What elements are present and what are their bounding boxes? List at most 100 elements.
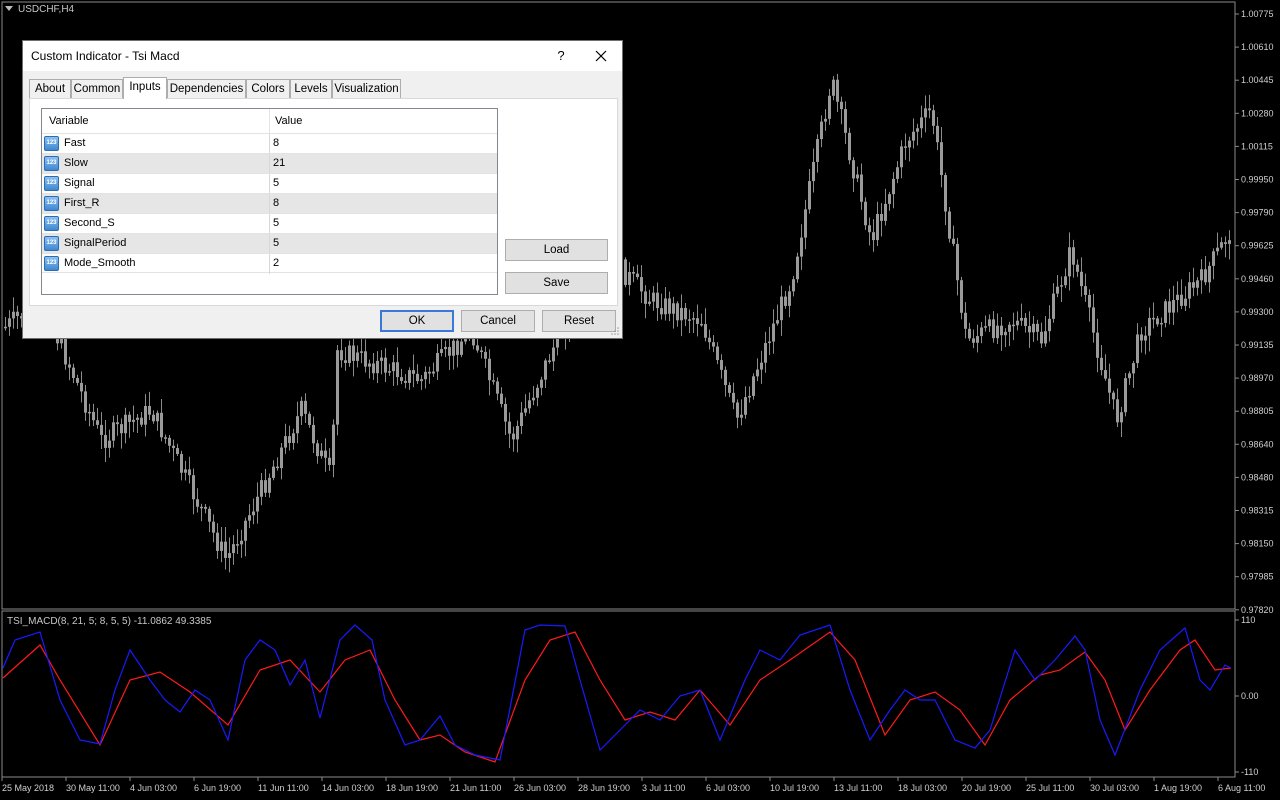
candle-body [1116, 399, 1119, 423]
candle-body [132, 419, 135, 422]
candle-body [428, 371, 431, 374]
load-button[interactable]: Load [505, 239, 608, 261]
table-row[interactable]: 123 Slow 21 [42, 153, 497, 174]
candle-body [1164, 301, 1167, 323]
column-separator [269, 174, 270, 194]
param-value[interactable]: 2 [273, 257, 279, 269]
price-tick-label: 1.00775 [1241, 9, 1274, 19]
candle-body [972, 338, 975, 343]
candle-body [284, 436, 287, 448]
candle-body [524, 408, 527, 413]
tab-common[interactable]: Common [71, 79, 123, 98]
help-button[interactable]: ? [551, 45, 571, 67]
reset-button[interactable]: Reset [542, 310, 616, 332]
candle-body [112, 422, 115, 441]
candle-body [212, 521, 215, 533]
tab-inputs[interactable]: Inputs [123, 77, 167, 99]
candle-body [236, 544, 239, 546]
candle-body [96, 420, 99, 425]
param-name: Signal [64, 177, 95, 189]
tab-levels[interactable]: Levels [290, 79, 332, 98]
candle-body [844, 109, 847, 133]
price-tick-label: 1.00115 [1241, 141, 1273, 151]
param-value[interactable]: 5 [273, 217, 279, 229]
candle-body [184, 469, 187, 473]
candle-body [116, 422, 119, 425]
column-separator [269, 194, 270, 214]
table-row[interactable]: 123 Mode_Smooth 2 [42, 253, 497, 274]
candle-body [852, 160, 855, 179]
candle-body [1220, 242, 1223, 248]
param-value[interactable]: 5 [273, 177, 279, 189]
param-name: Slow [64, 157, 88, 169]
candle-body [64, 337, 67, 365]
candle-body [196, 499, 199, 507]
table-row[interactable]: 123 First_R 8 [42, 193, 497, 214]
candle-body [856, 174, 859, 179]
candle-body [1004, 331, 1007, 336]
tab-dependencies[interactable]: Dependencies [167, 79, 246, 98]
tab-visualization[interactable]: Visualization [332, 79, 401, 98]
candle-body [892, 178, 895, 195]
candle-body [1084, 286, 1087, 295]
tab-about[interactable]: About [29, 79, 71, 98]
candle-body [1224, 242, 1227, 244]
candle-body [812, 161, 815, 182]
candle-body [120, 424, 123, 434]
param-value[interactable]: 21 [273, 157, 285, 169]
candle-body [480, 350, 483, 352]
candle-body [436, 353, 439, 372]
column-separator [269, 214, 270, 234]
integer-param-icon: 123 [44, 236, 59, 251]
cancel-button[interactable]: Cancel [461, 310, 535, 332]
candle-body [484, 351, 487, 359]
candle-body [264, 480, 267, 493]
variable-column-header[interactable]: Variable [49, 115, 89, 127]
resize-grip-icon[interactable] [610, 326, 620, 336]
table-row[interactable]: 123 SignalPeriod 5 [42, 233, 497, 254]
candle-body [796, 256, 799, 280]
candle-body [1112, 392, 1115, 400]
candle-body [908, 140, 911, 148]
candle-body [1168, 301, 1171, 313]
candle-body [176, 448, 179, 455]
chart-menu-arrow-icon[interactable] [5, 6, 13, 11]
candle-body [544, 360, 547, 380]
candle-body [768, 341, 771, 344]
candle-body [244, 520, 247, 541]
close-icon[interactable] [590, 45, 612, 67]
save-button[interactable]: Save [505, 272, 608, 294]
candle-body [1192, 282, 1195, 288]
dialog-titlebar[interactable]: Custom Indicator - Tsi Macd ? [23, 41, 622, 71]
candle-body [940, 142, 943, 176]
candle-body [944, 175, 947, 212]
candle-body [252, 511, 255, 516]
tab-colors[interactable]: Colors [246, 79, 290, 98]
candle-body [1044, 331, 1047, 344]
candle-body [760, 362, 763, 370]
candle-body [748, 395, 751, 398]
candle-body [172, 445, 175, 449]
candle-body [1196, 280, 1199, 288]
table-row[interactable]: 123 Signal 5 [42, 173, 497, 194]
param-name: Second_S [64, 217, 115, 229]
candle-body [624, 259, 627, 285]
candle-body [980, 327, 983, 337]
param-value[interactable]: 8 [273, 197, 279, 209]
table-row[interactable]: 123 Second_S 5 [42, 213, 497, 234]
candle-body [240, 540, 243, 545]
candle-body [708, 337, 711, 343]
candle-body [932, 110, 935, 126]
candle-body [1016, 320, 1019, 326]
ok-button[interactable]: OK [380, 310, 454, 332]
table-row[interactable]: 123 Fast 8 [42, 133, 497, 154]
candle-body [12, 311, 15, 319]
candle-body [256, 496, 259, 512]
candle-body [848, 132, 851, 161]
value-column-header[interactable]: Value [275, 115, 302, 127]
candle-body [684, 307, 687, 320]
candle-body [1200, 269, 1203, 281]
candle-body [452, 340, 455, 356]
param-value[interactable]: 8 [273, 137, 279, 149]
param-value[interactable]: 5 [273, 237, 279, 249]
